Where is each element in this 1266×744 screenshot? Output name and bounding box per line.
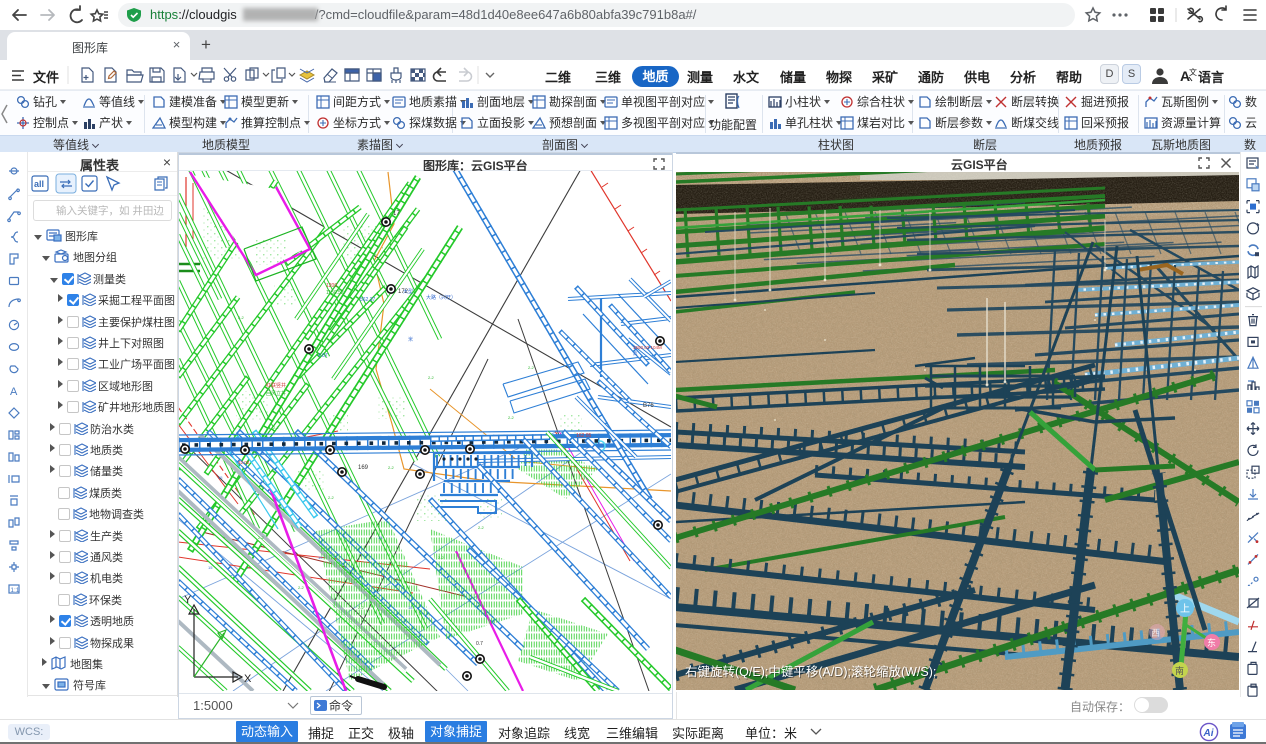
svg-text:2-2: 2-2 [438, 555, 445, 560]
svg-text:红联竖井: 红联竖井 [266, 382, 286, 389]
svg-text:大路（兴旺）: 大路（兴旺） [426, 294, 456, 301]
svg-text:15: 15 [278, 505, 283, 510]
svg-text:右键旋转(Q/E);中键平移(A/D);滚轮缩放(W/S);: 右键旋转(Q/E);中键平移(A/D);滚轮缩放(W/S); [685, 664, 936, 679]
svg-text:2-2: 2-2 [258, 535, 265, 540]
svg-text:15: 15 [318, 555, 323, 560]
svg-text:X: X [244, 673, 252, 685]
svg-text:2-2: 2-2 [428, 375, 435, 380]
svg-text:大型: 大型 [403, 288, 413, 295]
svg-text:米: 米 [408, 336, 413, 343]
svg-text:15: 15 [208, 565, 213, 570]
svg-text:15: 15 [218, 475, 223, 480]
svg-text:2-2: 2-2 [273, 425, 280, 430]
svg-text:1200: 1200 [326, 283, 337, 289]
svg-text:2-2: 2-2 [388, 465, 395, 470]
svg-text:1:1: 1:1 [10, 587, 19, 594]
svg-text:文: 文 [1189, 67, 1197, 77]
svg-text:高: 高 [633, 350, 638, 357]
svg-text:Y: Y [184, 594, 192, 606]
svg-text:2-2: 2-2 [298, 585, 305, 590]
svg-text:2-2: 2-2 [478, 525, 485, 530]
svg-text:回风立井: 回风立井 [266, 390, 286, 397]
svg-text:1150.52: 1150.52 [326, 290, 344, 296]
svg-text:2-2: 2-2 [358, 605, 365, 610]
svg-text:all: all [34, 179, 44, 189]
svg-text:1550.02 104M: 1550.02 104M [633, 345, 662, 350]
svg-text:A: A [10, 386, 18, 398]
svg-text:西: 西 [1151, 628, 1160, 638]
svg-text:15: 15 [408, 605, 413, 610]
svg-text:17: 17 [393, 211, 400, 217]
svg-text:2-2: 2-2 [328, 495, 335, 500]
svg-text:上: 上 [1180, 603, 1190, 615]
svg-text:2-2: 2-2 [238, 315, 245, 320]
svg-text:32.02: 32.02 [238, 460, 250, 465]
svg-text:4.87: 4.87 [318, 353, 328, 359]
svg-text:2-2: 2-2 [528, 365, 535, 370]
svg-text:2-2: 2-2 [508, 415, 515, 420]
svg-text:162.05: 162.05 [576, 433, 592, 439]
svg-text:562.37: 562.37 [360, 297, 376, 303]
svg-text:15: 15 [378, 535, 383, 540]
svg-text:169: 169 [358, 465, 369, 471]
svg-text:0.7: 0.7 [476, 641, 483, 647]
svg-text:东: 东 [1207, 637, 1216, 648]
svg-text:Ai: Ai [1203, 728, 1214, 739]
svg-text:B76: B76 [643, 403, 654, 409]
svg-text:南: 南 [1175, 665, 1184, 676]
